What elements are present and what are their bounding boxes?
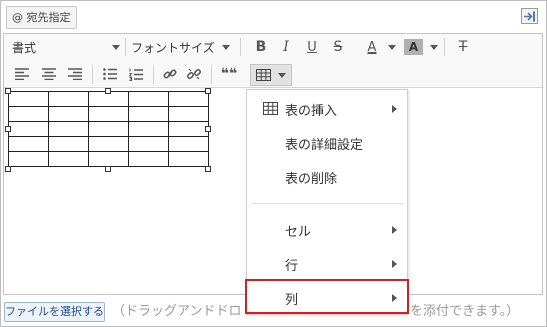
resize-handle[interactable] bbox=[5, 88, 11, 94]
highlight-box bbox=[245, 279, 409, 314]
menu-item-label: 行 bbox=[285, 258, 299, 274]
table-cell[interactable] bbox=[48, 121, 89, 137]
submenu-arrow-icon bbox=[392, 260, 397, 268]
table-button[interactable] bbox=[250, 64, 292, 86]
menu-item-label: 表の詳細設定 bbox=[285, 137, 364, 153]
resize-handle[interactable] bbox=[105, 166, 111, 172]
strikethrough-button[interactable]: S bbox=[327, 35, 349, 59]
table-cell[interactable] bbox=[168, 106, 209, 122]
menu-item-insert-table[interactable]: 表の挿入 bbox=[247, 93, 407, 125]
table-cell[interactable] bbox=[8, 91, 49, 107]
toolbar-divider bbox=[153, 66, 154, 84]
table-cell[interactable] bbox=[88, 136, 129, 152]
table-cell[interactable] bbox=[48, 106, 89, 122]
toolbar-divider bbox=[240, 38, 241, 56]
align-left-icon bbox=[15, 68, 29, 80]
table-icon bbox=[263, 102, 278, 115]
choose-file-button[interactable]: ファイルを選択する bbox=[4, 302, 105, 322]
font-size-combo[interactable]: フォントサイズ bbox=[131, 35, 230, 59]
toolbar-divider bbox=[211, 66, 212, 84]
menu-item-cell[interactable]: セル bbox=[247, 214, 407, 246]
italic-button[interactable]: I bbox=[275, 35, 297, 59]
clear-formatting-button[interactable]: T bbox=[452, 35, 474, 59]
table-cell[interactable] bbox=[48, 91, 89, 107]
format-combo[interactable]: 書式 bbox=[12, 35, 120, 59]
collapse-arrow-icon bbox=[524, 11, 535, 22]
menu-item-table-settings[interactable]: 表の詳細設定 bbox=[247, 127, 407, 159]
bullet-list-icon bbox=[103, 68, 117, 80]
table-cell[interactable] bbox=[48, 136, 89, 152]
table-cell[interactable] bbox=[88, 106, 129, 122]
table-cell[interactable] bbox=[128, 106, 169, 122]
table-cell[interactable] bbox=[88, 121, 129, 137]
chevron-down-icon bbox=[222, 45, 230, 50]
resize-handle[interactable] bbox=[205, 88, 211, 94]
table-cell[interactable] bbox=[168, 151, 209, 167]
menu-item-label: セル bbox=[285, 224, 312, 240]
resize-handle[interactable] bbox=[5, 126, 11, 132]
font-size-combo-value: フォントサイズ bbox=[131, 40, 215, 55]
chevron-down-icon bbox=[430, 45, 438, 50]
toolbar-divider bbox=[444, 38, 445, 56]
submenu-arrow-icon bbox=[392, 226, 397, 234]
align-center-button[interactable] bbox=[39, 63, 59, 85]
table-cell[interactable] bbox=[128, 151, 169, 167]
table-cell[interactable] bbox=[8, 136, 49, 152]
submenu-arrow-icon bbox=[392, 105, 397, 113]
table-cell[interactable] bbox=[8, 121, 49, 137]
table-row bbox=[8, 136, 209, 152]
menu-item-row[interactable]: 行 bbox=[247, 248, 407, 280]
menu-item-label: 表の挿入 bbox=[285, 103, 338, 119]
table-row bbox=[8, 151, 209, 167]
inserted-table[interactable] bbox=[8, 91, 209, 167]
bold-button[interactable]: B bbox=[250, 35, 272, 59]
table-cell[interactable] bbox=[168, 121, 209, 137]
remove-link-button[interactable] bbox=[184, 63, 204, 85]
toolbar-divider bbox=[92, 66, 93, 84]
resize-handle[interactable] bbox=[105, 88, 111, 94]
table-row bbox=[8, 106, 209, 122]
table-cell[interactable] bbox=[128, 121, 169, 137]
menu-divider bbox=[251, 203, 403, 204]
background-color-button[interactable]: A bbox=[404, 39, 423, 55]
collapse-toolbar-button[interactable] bbox=[521, 8, 538, 24]
align-right-icon bbox=[68, 68, 82, 80]
table-cell[interactable] bbox=[48, 151, 89, 167]
table-cell[interactable] bbox=[88, 151, 129, 167]
blockquote-button[interactable]: ❝❝ bbox=[218, 63, 240, 85]
align-left-button[interactable] bbox=[12, 63, 32, 85]
align-right-button[interactable] bbox=[65, 63, 85, 85]
underline-button[interactable]: U bbox=[301, 35, 323, 59]
format-combo-value: 書式 bbox=[12, 40, 37, 55]
unlink-icon bbox=[187, 68, 201, 80]
table-row bbox=[8, 121, 209, 137]
chevron-down-icon bbox=[278, 73, 286, 78]
resize-handle[interactable] bbox=[205, 166, 211, 172]
table-cell[interactable] bbox=[168, 136, 209, 152]
menu-item-label: 表の削除 bbox=[285, 171, 338, 187]
numbered-list-icon bbox=[129, 68, 143, 81]
resize-handle[interactable] bbox=[5, 166, 11, 172]
table-cell[interactable] bbox=[8, 151, 49, 167]
editor-toolbar: 書式 フォントサイズ B I U S A A T ❝❝ bbox=[4, 34, 542, 88]
drop-hint-text-end: を添付できます。） bbox=[410, 304, 520, 319]
numbered-list-button[interactable] bbox=[126, 63, 146, 85]
table-icon bbox=[256, 69, 271, 81]
chevron-down-icon bbox=[388, 45, 396, 50]
bullet-list-button[interactable] bbox=[100, 63, 120, 85]
table-cell[interactable] bbox=[128, 136, 169, 152]
table-cell[interactable] bbox=[168, 91, 209, 107]
resize-handle[interactable] bbox=[205, 126, 211, 132]
link-icon bbox=[163, 69, 177, 79]
text-color-button[interactable]: A bbox=[361, 35, 383, 59]
toolbar-divider bbox=[125, 38, 126, 56]
table-cell[interactable] bbox=[128, 91, 169, 107]
insert-link-button[interactable] bbox=[160, 63, 180, 85]
table-cell[interactable] bbox=[8, 106, 49, 122]
mention-button[interactable]: @ 宛先指定 bbox=[6, 6, 77, 29]
menu-item-delete-table[interactable]: 表の削除 bbox=[247, 161, 407, 193]
align-center-icon bbox=[42, 68, 56, 80]
chevron-down-icon bbox=[112, 45, 120, 50]
drop-hint-text: （ドラッグアンドドロ bbox=[112, 304, 242, 319]
